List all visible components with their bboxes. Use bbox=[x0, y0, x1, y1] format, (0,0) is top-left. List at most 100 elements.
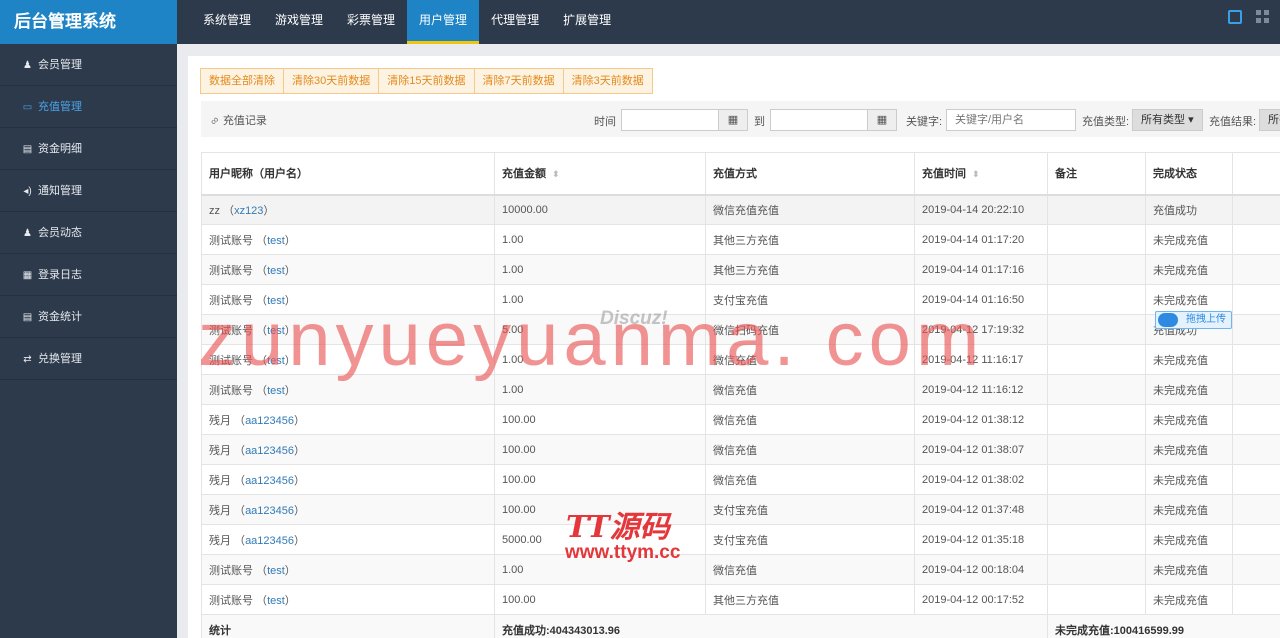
cell-extra bbox=[1232, 464, 1280, 495]
cell-user: 测试账号 （test） bbox=[201, 584, 495, 615]
clear-data-button[interactable]: 清除7天前数据 bbox=[473, 68, 564, 94]
cell-note bbox=[1047, 524, 1146, 555]
brand-title: 后台管理系统 bbox=[0, 0, 177, 44]
top-nav-item[interactable]: 用户管理 bbox=[407, 0, 480, 44]
cell-time: 2019-04-12 01:38:02 bbox=[914, 464, 1048, 495]
cell-status: 未完成充值 bbox=[1145, 434, 1233, 465]
clear-data-button[interactable]: 清除3天前数据 bbox=[562, 68, 653, 94]
type-select[interactable]: 所有类型 ▾ bbox=[1132, 109, 1203, 131]
cell-username[interactable]: aa123456 bbox=[245, 415, 294, 427]
clear-data-buttons: 数据全部清除 清除30天前数据 清除15天前数据 清除7天前数据 清除3天前数据 bbox=[200, 68, 653, 94]
cell-user: 残月 （aa123456） bbox=[201, 494, 495, 525]
col-time-label: 充值时间 bbox=[922, 168, 966, 181]
grid-icon[interactable] bbox=[1256, 10, 1270, 24]
cell-username[interactable]: test bbox=[267, 565, 285, 577]
cell-username[interactable]: test bbox=[267, 385, 285, 397]
cell-status: 未完成充值 bbox=[1145, 344, 1233, 375]
table-row: 测试账号 （test） 1.00 支付宝充值 2019-04-14 01:16:50 未… bbox=[201, 284, 1280, 315]
cell-extra bbox=[1232, 404, 1280, 435]
cell-time: 2019-04-14 01:17:16 bbox=[914, 254, 1048, 285]
clear-data-button[interactable]: 清除30天前数据 bbox=[283, 68, 380, 94]
caret-down-icon: ▾ bbox=[1188, 114, 1194, 126]
sidebar-item[interactable]: ▤ 资金统计 bbox=[0, 296, 177, 338]
cell-username[interactable]: xz123 bbox=[234, 205, 263, 217]
end-calendar-button[interactable]: ▦ bbox=[867, 109, 897, 131]
cell-username[interactable]: test bbox=[267, 325, 285, 337]
col-method: 充值方式 bbox=[705, 152, 915, 196]
cell-status: 未完成充值 bbox=[1145, 224, 1233, 255]
sidebar-item[interactable]: ⇄ 兑换管理 bbox=[0, 338, 177, 380]
cell-user: 残月 （aa123456） bbox=[201, 434, 495, 465]
cell-note bbox=[1047, 374, 1146, 405]
cell-method: 微信充值 bbox=[705, 344, 915, 375]
cell-method: 其他三方充值 bbox=[705, 254, 915, 285]
sidebar-item-label: 兑换管理 bbox=[38, 353, 82, 365]
screen-icon[interactable] bbox=[1228, 10, 1242, 24]
cell-status: 未完成充值 bbox=[1145, 374, 1233, 405]
table-row: 残月 （aa123456） 100.00 微信充值 2019-04-12 01:38:… bbox=[201, 434, 1280, 465]
table-row: 残月 （aa123456） 5000.00 支付宝充值 2019-04-12 01:3… bbox=[201, 524, 1280, 555]
top-nav-item[interactable]: 代理管理 bbox=[479, 0, 551, 44]
cell-username[interactable]: test bbox=[267, 295, 285, 307]
cell-user: 测试账号 （test） bbox=[201, 374, 495, 405]
col-user-label: 用户昵称（用户名） bbox=[209, 168, 308, 181]
cell-username[interactable]: aa123456 bbox=[245, 445, 294, 457]
keyword-input[interactable] bbox=[946, 109, 1076, 131]
sidebar-item-label: 资金统计 bbox=[38, 311, 82, 323]
result-select[interactable]: 所有 bbox=[1259, 109, 1280, 131]
cell-username[interactable]: aa123456 bbox=[245, 475, 294, 487]
table-row: 测试账号 （test） 1.00 微信充值 2019-04-12 00:18:04 未完… bbox=[201, 554, 1280, 585]
cell-username[interactable]: test bbox=[267, 265, 285, 277]
col-status-label: 完成状态 bbox=[1153, 168, 1197, 181]
time-label: 时间 bbox=[594, 116, 616, 128]
cell-status: 未完成充值 bbox=[1145, 494, 1233, 525]
table-row: 测试账号 （test） 1.00 其他三方充值 2019-04-14 01:17:16… bbox=[201, 254, 1280, 285]
sort-icon[interactable]: ⬍ bbox=[972, 169, 980, 179]
start-time-input[interactable] bbox=[621, 109, 719, 131]
record-title: ∞充值记录 bbox=[208, 112, 267, 128]
col-time[interactable]: 充值时间 ⬍ bbox=[914, 152, 1048, 196]
clear-data-button[interactable]: 清除15天前数据 bbox=[378, 68, 475, 94]
top-nav-item[interactable]: 游戏管理 bbox=[263, 0, 335, 44]
sidebar-item-label: 会员动态 bbox=[38, 227, 82, 239]
cell-username[interactable]: test bbox=[267, 355, 285, 367]
main-content: 数据全部清除 清除30天前数据 清除15天前数据 清除7天前数据 清除3天前数据 ∞充值… bbox=[188, 56, 1280, 638]
cell-time: 2019-04-12 11:16:12 bbox=[914, 374, 1048, 405]
top-nav-item[interactable]: 扩展管理 bbox=[551, 0, 623, 44]
cell-extra bbox=[1232, 194, 1280, 225]
top-nav-item[interactable]: 彩票管理 bbox=[335, 0, 407, 44]
end-time-input[interactable] bbox=[770, 109, 868, 131]
col-extra bbox=[1232, 152, 1280, 196]
cell-username[interactable]: test bbox=[267, 595, 285, 607]
cell-time: 2019-04-12 01:37:48 bbox=[914, 494, 1048, 525]
sidebar-item-label: 登录日志 bbox=[38, 269, 82, 281]
sidebar-item[interactable]: ◂) 通知管理 bbox=[0, 170, 177, 212]
table-header-row: 用户昵称（用户名） 充值金额 ⬍ 充值方式 充值时间 ⬍ 备注 完成状态 bbox=[201, 152, 1280, 196]
table-row: 残月 （aa123456） 100.00 微信充值 2019-04-12 01:38:… bbox=[201, 464, 1280, 495]
sort-icon[interactable]: ⬍ bbox=[552, 169, 560, 179]
cell-time: 2019-04-12 01:38:12 bbox=[914, 404, 1048, 435]
sidebar-item[interactable]: ▤ 资金明细 bbox=[0, 128, 177, 170]
sidebar-item[interactable]: ♟ 会员管理 bbox=[0, 44, 177, 86]
sidebar-item[interactable]: ♟ 会员动态 bbox=[0, 212, 177, 254]
sidebar-item[interactable]: ▦ 登录日志 bbox=[0, 254, 177, 296]
col-amount[interactable]: 充值金额 ⬍ bbox=[494, 152, 706, 196]
table-row: 测试账号 （test） 5.00 微信扫码充值 2019-04-12 17:19:32… bbox=[201, 314, 1280, 345]
drag-upload-tag[interactable]: 拖拽上传 bbox=[1155, 311, 1232, 329]
cloud-icon bbox=[1158, 313, 1178, 327]
cell-note bbox=[1047, 494, 1146, 525]
cell-user: 测试账号 （test） bbox=[201, 314, 495, 345]
cell-nick: 测试账号 bbox=[209, 294, 253, 307]
clear-data-button[interactable]: 数据全部清除 bbox=[200, 68, 284, 94]
sidebar-item[interactable]: ▭ 充值管理 bbox=[0, 86, 177, 128]
cell-username[interactable]: aa123456 bbox=[245, 535, 294, 547]
cell-username[interactable]: test bbox=[267, 235, 285, 247]
cell-note bbox=[1047, 464, 1146, 495]
cell-username[interactable]: aa123456 bbox=[245, 505, 294, 517]
cell-note bbox=[1047, 194, 1146, 225]
cell-nick: 测试账号 bbox=[209, 264, 253, 277]
start-calendar-button[interactable]: ▦ bbox=[718, 109, 748, 131]
cell-amount: 1.00 bbox=[494, 224, 706, 255]
cell-time: 2019-04-14 01:17:20 bbox=[914, 224, 1048, 255]
top-nav-item[interactable]: 系统管理 bbox=[191, 0, 263, 44]
